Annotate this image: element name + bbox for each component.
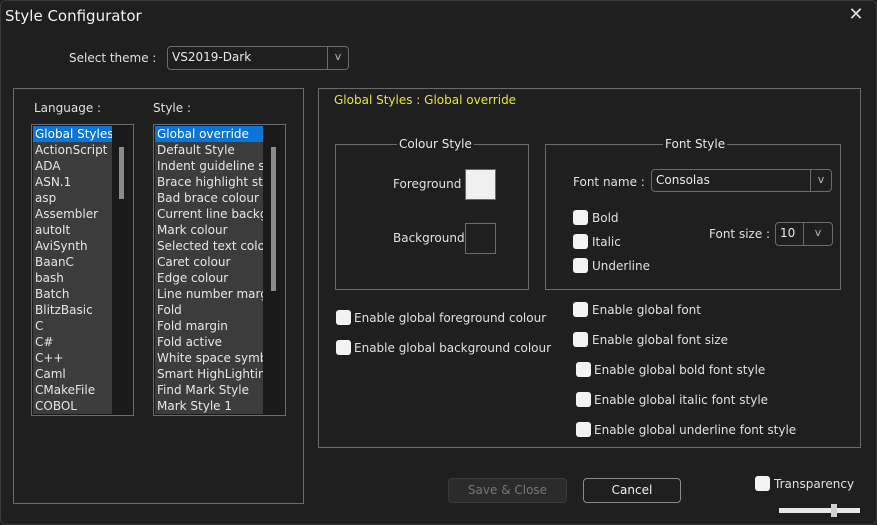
colour-style-legend: Colour Style <box>397 137 474 151</box>
enable-global-bg-checkbox[interactable] <box>336 340 351 355</box>
style-list-item[interactable]: White space symbol <box>155 350 263 366</box>
chevron-down-icon: v <box>327 47 348 69</box>
colour-style-group <box>335 144 529 290</box>
select-theme-label: Select theme : <box>69 51 157 65</box>
font-name-value: Consolas <box>656 173 710 187</box>
theme-select[interactable]: VS2019-Dark v <box>167 46 349 70</box>
language-list-item[interactable]: ActionScript <box>33 142 112 158</box>
style-list-item[interactable]: Caret colour <box>155 254 263 270</box>
style-scrollbar-thumb[interactable] <box>271 147 276 291</box>
language-list-item[interactable]: ADA <box>33 158 112 174</box>
chevron-down-icon: v <box>810 170 831 191</box>
enable-global-font-label: Enable global font <box>592 303 701 317</box>
language-list-item[interactable]: C++ <box>33 350 112 366</box>
italic-checkbox[interactable] <box>573 234 588 249</box>
style-label: Style : <box>153 101 191 115</box>
style-list-item[interactable]: Default Style <box>155 142 263 158</box>
enable-global-bg-label: Enable global background colour <box>354 341 552 355</box>
style-list-item[interactable]: Indent guideline style <box>155 158 263 174</box>
theme-value: VS2019-Dark <box>172 50 252 64</box>
language-list-item[interactable]: autoIt <box>33 222 112 238</box>
language-list-item[interactable]: COBOL <box>33 398 112 414</box>
language-list-item[interactable]: AviSynth <box>33 238 112 254</box>
font-style-legend: Font Style <box>663 137 728 151</box>
enable-global-italic-checkbox[interactable] <box>576 392 591 407</box>
language-list-item[interactable]: Assembler <box>33 206 112 222</box>
style-list-item[interactable]: Selected text colour <box>155 238 263 254</box>
style-list-item[interactable]: Fold active <box>155 334 263 350</box>
enable-global-italic-label: Enable global italic font style <box>594 393 769 407</box>
style-list-item[interactable]: Brace highlight style <box>155 174 263 190</box>
language-list-item[interactable]: C# <box>33 334 112 350</box>
close-icon[interactable]: ✕ <box>845 4 867 26</box>
style-list-item[interactable]: Line number margin <box>155 286 263 302</box>
language-label: Language : <box>34 101 102 115</box>
enable-global-bold-checkbox[interactable] <box>576 362 591 377</box>
style-list-item[interactable]: Smart HighLighting <box>155 366 263 382</box>
language-list-item[interactable]: bash <box>33 270 112 286</box>
transparency-label: Transparency <box>774 477 855 491</box>
style-list-item[interactable]: Mark colour <box>155 222 263 238</box>
font-size-label: Font size : <box>709 227 771 241</box>
enable-global-bold-label: Enable global bold font style <box>594 363 766 377</box>
style-list-item[interactable]: Find Mark Style <box>155 382 263 398</box>
font-size-value: 10 <box>780 226 796 240</box>
style-list-item[interactable]: Mark Style 1 <box>155 398 263 414</box>
language-list-item[interactable]: asp <box>33 190 112 206</box>
language-list-item[interactable]: Global Styles <box>33 126 112 142</box>
language-list-item[interactable]: BaanC <box>33 254 112 270</box>
language-scrollbar-thumb[interactable] <box>119 147 124 199</box>
enable-global-fg-label: Enable global foreground colour <box>354 311 547 325</box>
language-list-item[interactable]: CMakeFile <box>33 382 112 398</box>
bold-checkbox[interactable] <box>573 210 588 225</box>
style-list-item[interactable]: Fold <box>155 302 263 318</box>
save-close-button[interactable]: Save & Close <box>448 478 567 503</box>
font-name-label: Font name : <box>573 175 645 189</box>
panel-title: Global Styles : Global override <box>334 93 517 107</box>
language-list-item[interactable]: Batch <box>33 286 112 302</box>
enable-global-underline-label: Enable global underline font style <box>594 423 797 437</box>
background-color-swatch[interactable] <box>465 223 496 254</box>
enable-global-font-size-checkbox[interactable] <box>573 332 588 347</box>
italic-label: Italic <box>592 235 621 249</box>
cancel-button[interactable]: Cancel <box>583 478 681 503</box>
style-list-item[interactable]: Global override <box>155 126 263 142</box>
font-style-group <box>545 144 841 290</box>
language-list-item[interactable]: ASN.1 <box>33 174 112 190</box>
font-name-select[interactable]: Consolas v <box>651 169 832 192</box>
style-list-item[interactable]: Current line background colour <box>155 206 263 222</box>
underline-checkbox[interactable] <box>573 258 588 273</box>
language-list-item[interactable]: C <box>33 318 112 334</box>
foreground-label: Foreground <box>393 177 462 191</box>
style-list[interactable]: Global override Default Style Indent guide… <box>153 124 286 416</box>
style-list-item[interactable]: Bad brace colour <box>155 190 263 206</box>
enable-global-font-size-label: Enable global font size <box>592 333 729 347</box>
background-label: Background <box>393 231 465 245</box>
foreground-color-swatch[interactable] <box>465 169 496 200</box>
transparency-slider[interactable] <box>779 504 860 517</box>
enable-global-underline-checkbox[interactable] <box>576 422 591 437</box>
style-list-item[interactable]: Fold margin <box>155 318 263 334</box>
enable-global-fg-checkbox[interactable] <box>336 310 351 325</box>
font-size-select[interactable]: 10 v <box>775 222 833 246</box>
style-list-item[interactable]: Edge colour <box>155 270 263 286</box>
window-title: Style Configurator <box>5 7 142 25</box>
language-list[interactable]: Global Styles ActionScript ADA ASN.1 asp Asse… <box>31 124 134 416</box>
underline-label: Underline <box>592 259 650 273</box>
transparency-slider-thumb[interactable] <box>831 504 838 517</box>
language-list-item[interactable]: BlitzBasic <box>33 302 112 318</box>
chevron-down-icon: v <box>803 223 832 245</box>
language-list-item[interactable]: Caml <box>33 366 112 382</box>
transparency-checkbox[interactable] <box>755 476 770 491</box>
enable-global-font-checkbox[interactable] <box>573 302 588 317</box>
bold-label: Bold <box>592 211 619 225</box>
